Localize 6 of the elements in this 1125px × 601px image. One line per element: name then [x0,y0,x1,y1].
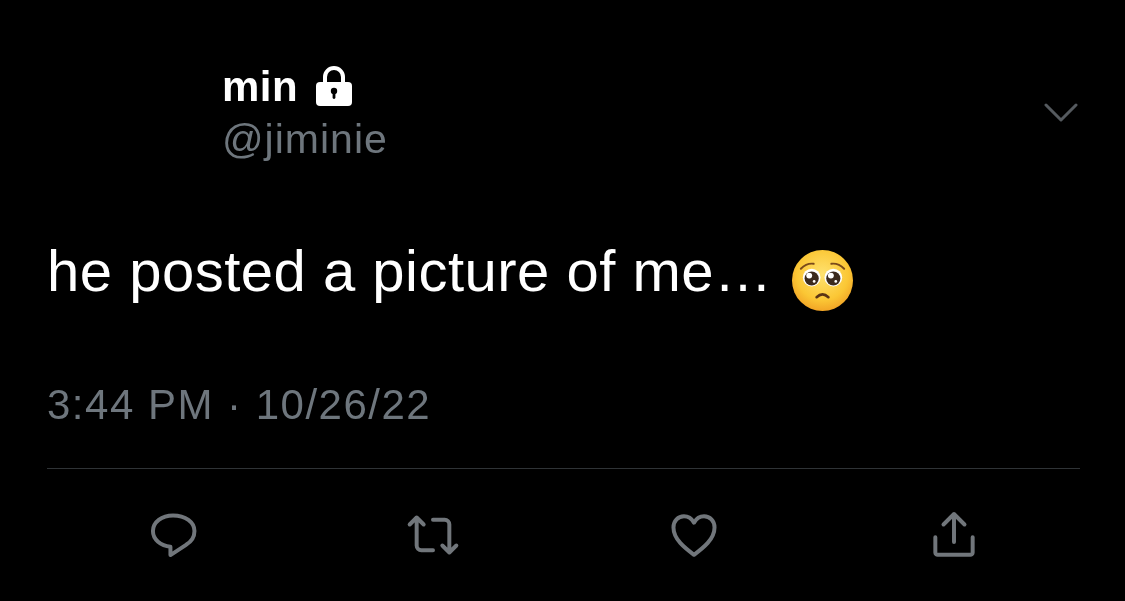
chevron-down-icon[interactable] [1044,103,1078,123]
tweet-text: he posted a picture of me… [47,239,773,303]
pleading-face-icon [790,249,854,312]
username-handle[interactable]: @jiminie [222,116,388,162]
tweet-timestamp: 3:44 PM · 10/26/22 [47,382,432,428]
display-name[interactable]: min [222,64,299,110]
